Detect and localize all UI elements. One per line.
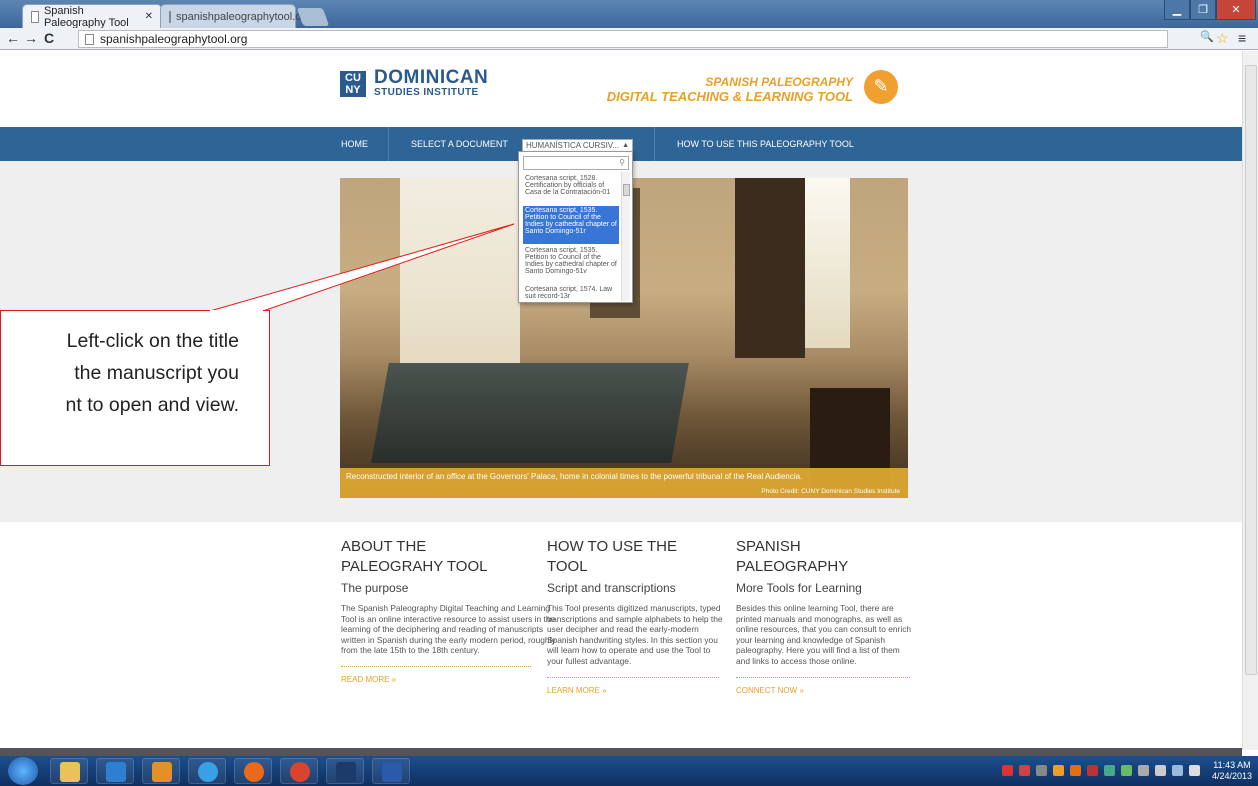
column-body: This Tool presents digitized manuscripts… — [547, 603, 723, 666]
divider — [736, 676, 910, 678]
about-column: ABOUT THE PALEOGRAHY TOOL The purpose The… — [341, 537, 561, 684]
column-subtitle: The purpose — [341, 581, 409, 595]
tray-icon[interactable] — [1002, 765, 1013, 776]
volume-icon[interactable] — [1189, 765, 1200, 776]
page-scroll-thumb[interactable] — [1245, 65, 1257, 675]
page-footer-bar — [0, 748, 1242, 756]
column-body: The Spanish Paleography Digital Teaching… — [341, 603, 556, 656]
tray-icon[interactable] — [1036, 765, 1047, 776]
photoshop-icon[interactable] — [326, 758, 364, 784]
column-subtitle: Script and transcriptions — [547, 581, 676, 595]
media-player-icon[interactable] — [96, 758, 134, 784]
resources-column: SPANISH PALEOGRAPHY More Tools for Learni… — [736, 537, 914, 695]
page-scrollbar[interactable] — [1242, 51, 1258, 750]
column-title: HOW TO USE THE TOOL — [547, 537, 723, 577]
how-to-column: HOW TO USE THE TOOL Script and transcript… — [547, 537, 723, 695]
divider — [547, 676, 719, 678]
firefox-icon[interactable] — [234, 758, 272, 784]
flag-icon[interactable] — [1155, 765, 1166, 776]
column-title-line: HOW TO USE THE — [547, 538, 678, 555]
system-tray — [1002, 765, 1200, 776]
start-button[interactable] — [8, 757, 38, 785]
tray-icon[interactable] — [1138, 765, 1149, 776]
tray-icon[interactable] — [1104, 765, 1115, 776]
tray-icon[interactable] — [1053, 765, 1064, 776]
tray-icon[interactable] — [1087, 765, 1098, 776]
clock[interactable]: 11:43 AM 4/24/2013 — [1212, 760, 1252, 782]
column-title: SPANISH PALEOGRAPHY — [736, 537, 914, 577]
read-more-link[interactable]: READ MORE » — [341, 675, 561, 684]
word-icon[interactable] — [372, 758, 410, 784]
explorer-icon[interactable] — [50, 758, 88, 784]
network-icon[interactable] — [1172, 765, 1183, 776]
column-title-line: ABOUT THE — [341, 538, 427, 555]
windows-taskbar: 11:43 AM 4/24/2013 — [0, 756, 1258, 786]
learn-more-link[interactable]: LEARN MORE » — [547, 686, 723, 695]
clock-date: 4/24/2013 — [1211, 771, 1252, 781]
clock-time: 11:43 AM — [1213, 760, 1251, 770]
column-subtitle: More Tools for Learning — [736, 581, 862, 595]
column-title-line: PALEOGRAHY TOOL — [341, 558, 488, 575]
column-title-line: TOOL — [547, 558, 588, 575]
column-body: Besides this online learning Tool, there… — [736, 603, 912, 666]
column-title-line: PALEOGRAPHY — [736, 558, 849, 575]
column-title-line: SPANISH — [736, 538, 801, 555]
ie-icon[interactable] — [188, 758, 226, 784]
divider — [341, 665, 531, 667]
column-title: ABOUT THE PALEOGRAHY TOOL — [341, 537, 561, 577]
outlook-icon[interactable] — [142, 758, 180, 784]
chrome-icon[interactable] — [280, 758, 318, 784]
tray-icon[interactable] — [1121, 765, 1132, 776]
tray-icon[interactable] — [1070, 765, 1081, 776]
connect-now-link[interactable]: CONNECT NOW » — [736, 686, 914, 695]
tray-icon[interactable] — [1019, 765, 1030, 776]
